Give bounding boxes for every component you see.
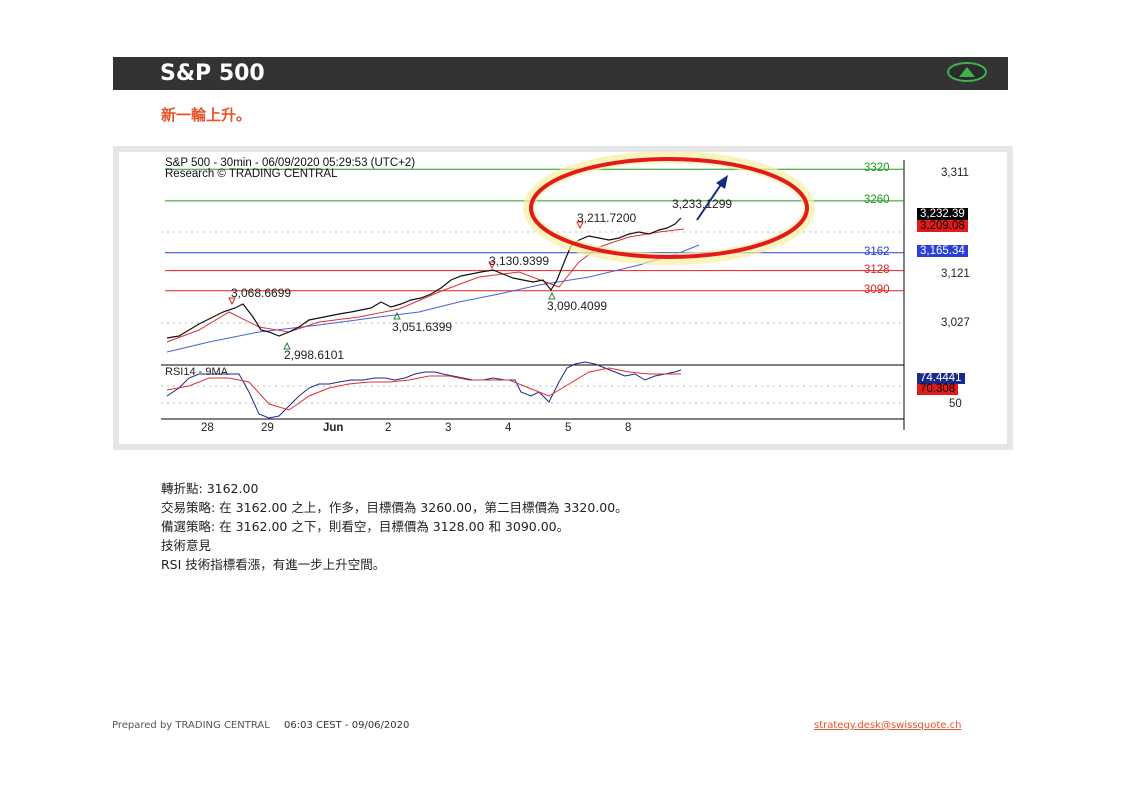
rsi-tick: 50 [949, 398, 962, 410]
ma-price-tag: 3,209.08 [917, 220, 968, 232]
pivot-value: 3162.00 [206, 481, 259, 496]
annotation-high-4: 3,233.1299 [672, 197, 733, 211]
alternative-line: 備選策略: 在 3162.00 之下，則看空，目標價為 3128.00 和 30… [161, 519, 570, 534]
up-triangle-icon [947, 62, 987, 82]
x-tick: 5 [565, 422, 572, 434]
level-label-3162: 3162 [864, 245, 890, 258]
x-tick: 29 [261, 422, 274, 434]
pivot-label: 轉折點: [161, 481, 203, 496]
header-bar: S&P 500 [113, 57, 1008, 90]
price-tick-2: 3,121 [941, 268, 970, 280]
x-tick: 8 [625, 422, 632, 434]
annotation-low-1: 2,998.6101 [284, 348, 345, 362]
rsi-label: RSI14 - 9MA [165, 366, 228, 378]
subtitle: 新一輪上升。 [161, 106, 252, 124]
price-tick-1: 3,311 [941, 167, 969, 179]
chart-frame: S&P 500 - 30min - 06/09/2020 05:29:53 (U… [113, 146, 1013, 450]
level-label-3260: 3260 [864, 193, 890, 206]
annotation-low-3: 3,090.4099 [547, 299, 608, 313]
rsi-ma-tag: 70.308 [917, 383, 959, 395]
page-title: S&P 500 [160, 61, 265, 86]
pivot-line: 轉折點: 3162.00 [161, 479, 628, 498]
x-tick: 4 [505, 422, 512, 434]
x-tick: 3 [445, 422, 452, 434]
x-tick: Jun [323, 422, 344, 434]
level-label-3320: 3320 [864, 162, 890, 175]
footer-timestamp: 06:03 CEST - 09/06/2020 [284, 720, 410, 731]
comment-title: 技術意見 [161, 538, 212, 553]
analysis-text: 轉折點: 3162.00 交易策略: 在 3162.00 之上，作多，目標價為 … [161, 479, 628, 574]
x-tick: 2 [385, 422, 392, 434]
footer-email-link[interactable]: strategy.desk@swissquote.ch [814, 720, 961, 731]
strategy-line: 交易策略: 在 3162.00 之上，作多，目標價為 3260.00，第二目標價… [161, 500, 628, 515]
chart: S&P 500 - 30min - 06/09/2020 05:29:53 (U… [119, 152, 1007, 444]
comment-line: RSI 技術指標看漲，有進一步上升空間。 [161, 557, 386, 572]
annotation-high-3: 3,211.7200 [577, 211, 637, 225]
footer-prepared: Prepared by TRADING CENTRAL [112, 720, 270, 731]
x-tick: 28 [201, 422, 214, 434]
level-label-3090: 3090 [864, 283, 890, 296]
chart-source: Research © TRADING CENTRAL [165, 168, 338, 180]
price-tick-3: 3,027 [941, 317, 970, 329]
annotation-high-1: 3,068.6699 [231, 286, 292, 300]
last-price-tag: 3,232.39 [917, 208, 968, 220]
annotation-low-2: 3,051.6399 [392, 320, 453, 334]
annotation-high-2: 3,130.9399 [489, 254, 550, 268]
blue-ma-price-tag: 3,165.34 [917, 245, 968, 257]
level-label-3128: 3128 [864, 263, 890, 276]
